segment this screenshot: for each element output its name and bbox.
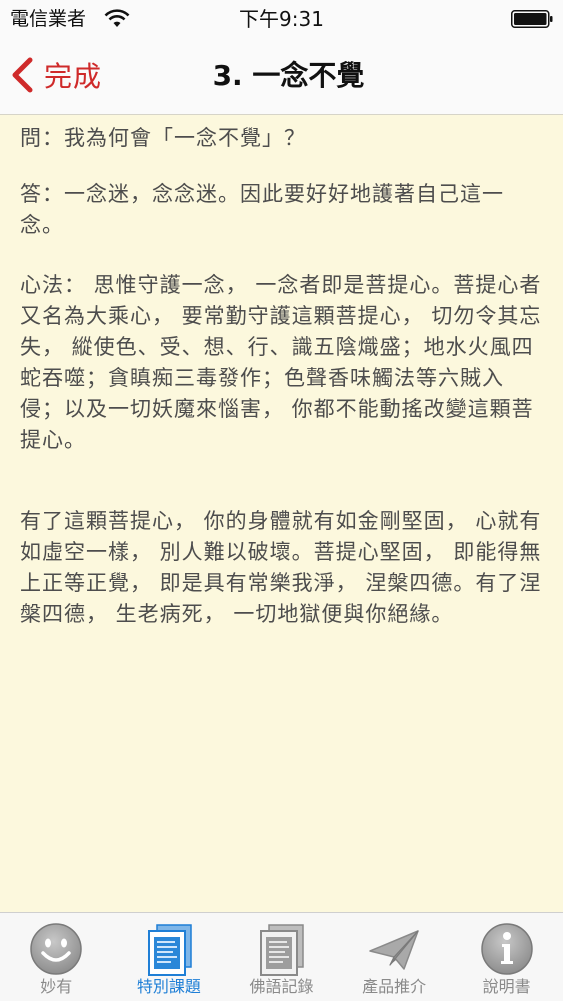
tab-miaoyou[interactable]: 妙有: [0, 913, 113, 1001]
tab-label: 特別課題: [136, 977, 201, 996]
document-icon: [147, 924, 192, 976]
tab-label: 產品推介: [362, 977, 427, 996]
smiley-icon: [30, 923, 83, 975]
page-title: 3. 一念不覺: [212, 59, 365, 92]
tab-special-topics[interactable]: 特別課題: [113, 913, 226, 1001]
tab-manual[interactable]: 說明書: [450, 913, 563, 1001]
info-icon: [480, 923, 533, 975]
tab-label: 說明書: [482, 977, 531, 996]
status-time: 下午9:31: [239, 7, 324, 31]
paragraph-answer: 答：一念迷，念念迷。因此要好好地護著自己這一念。: [20, 182, 504, 237]
tab-bar: 妙有 特別課題 佛語記錄 產品推介 說明書: [0, 912, 563, 1001]
tab-product-promotion[interactable]: 產品推介: [338, 913, 451, 1001]
notebook-icon: [260, 924, 305, 976]
battery-icon: [511, 10, 553, 28]
paper-plane-icon: [369, 930, 419, 970]
tab-label: 佛語記錄: [249, 977, 314, 996]
tab-buddha-records[interactable]: 佛語記錄: [225, 913, 338, 1001]
content-area[interactable]: 問：我為何會「一念不覺」？ 答：一念迷，念念迷。因此要好好地護著自己這一念。 心…: [0, 115, 563, 912]
paragraph-method: 心法： 思惟守護一念， 一念者即是菩提心。菩提心者又名為大乘心， 要常勤守護這顆…: [20, 273, 542, 452]
paragraph-bodhi: 有了這顆菩提心， 你的身體就有如金剛堅固， 心就有如虛空一樣， 別人難以破壞。菩…: [20, 509, 542, 626]
status-bar: 電信業者 下午9:31: [0, 0, 563, 38]
navigation-bar: 完成 3. 一念不覺: [0, 38, 563, 115]
tab-label: 妙有: [40, 977, 73, 996]
paragraph-question: 問：我為何會「一念不覺」？: [20, 126, 306, 150]
